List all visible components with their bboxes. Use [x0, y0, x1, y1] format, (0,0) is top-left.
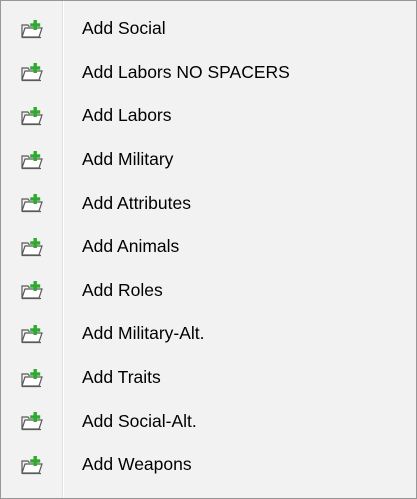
menu-item-label: Add Traits: [82, 367, 161, 388]
context-menu: Add Social Add Labors NO SPACERS Add Lab…: [0, 0, 417, 499]
add-folder-icon: [20, 62, 44, 82]
menu-item-label: Add Roles: [82, 279, 163, 300]
menu-item-add-weapons[interactable]: Add Weapons: [1, 443, 416, 487]
add-folder-icon: [20, 193, 44, 213]
add-folder-icon: [20, 237, 44, 257]
add-folder-icon: [20, 411, 44, 431]
add-folder-icon: [20, 106, 44, 126]
add-folder-icon: [20, 280, 44, 300]
menu-item-add-labors[interactable]: Add Labors: [1, 94, 416, 138]
menu-item-add-military[interactable]: Add Military: [1, 138, 416, 182]
menu-item-add-roles[interactable]: Add Roles: [1, 269, 416, 313]
add-folder-icon: [20, 19, 44, 39]
menu-item-label: Add Weapons: [82, 454, 192, 475]
menu-item-label: Add Social: [82, 18, 166, 39]
menu-item-add-animals[interactable]: Add Animals: [1, 225, 416, 269]
menu-item-label: Add Labors NO SPACERS: [82, 61, 290, 82]
add-folder-icon: [20, 150, 44, 170]
add-folder-icon: [20, 368, 44, 388]
menu-item-label: Add Social-Alt.: [82, 410, 197, 431]
menu-item-add-labors-no-spacers[interactable]: Add Labors NO SPACERS: [1, 51, 416, 95]
menu-item-label: Add Labors: [82, 105, 172, 126]
add-folder-icon: [20, 324, 44, 344]
menu-item-add-military-alt[interactable]: Add Military-Alt.: [1, 312, 416, 356]
add-folder-icon: [20, 455, 44, 475]
menu-item-label: Add Military-Alt.: [82, 323, 205, 344]
menu-item-add-traits[interactable]: Add Traits: [1, 356, 416, 400]
menu-item-label: Add Military: [82, 149, 174, 170]
menu-item-add-social[interactable]: Add Social: [1, 7, 416, 51]
menu-item-add-social-alt[interactable]: Add Social-Alt.: [1, 399, 416, 443]
menu-item-label: Add Animals: [82, 236, 180, 257]
menu-item-label: Add Attributes: [82, 192, 191, 213]
menu-item-add-attributes[interactable]: Add Attributes: [1, 181, 416, 225]
